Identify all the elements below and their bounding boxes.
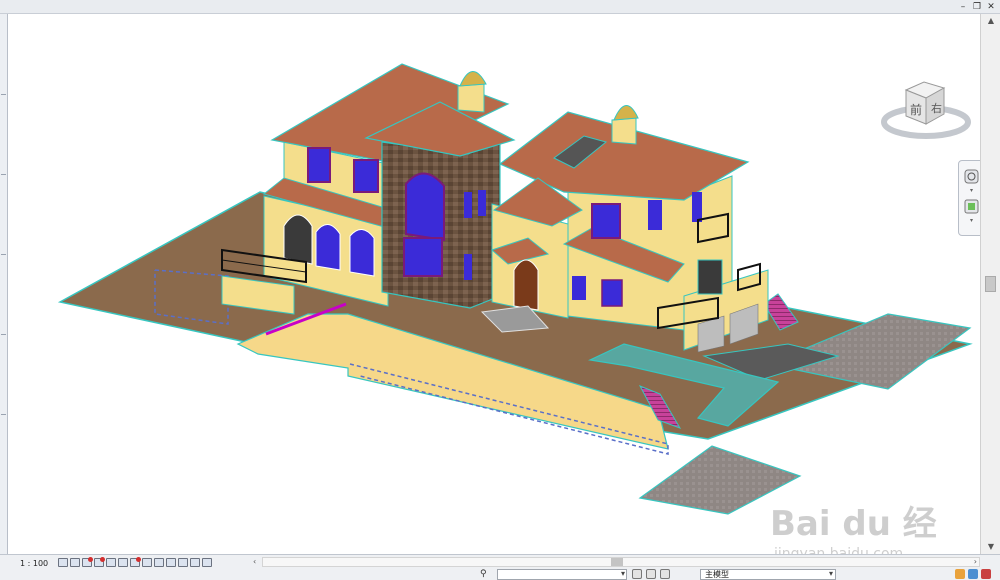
restore-button[interactable]: ❐ [972,2,982,12]
revit-window: – ❐ ✕ 前 右 ▾ ▾ Bai du 经 jingyan.baidu.com… [0,0,1000,580]
model-name: 主模型 [705,570,729,579]
scroll-left-icon[interactable]: ‹ [253,557,256,566]
chevron-down-icon[interactable]: ▾ [964,187,979,194]
viewcube-icon[interactable]: 前 右 [878,70,974,150]
chevron-down-icon[interactable]: ▾ [964,217,979,224]
paved-path-bottom [638,445,802,515]
horizontal-scrollbar[interactable]: ‹ › [253,557,980,567]
close-button[interactable]: ✕ [986,2,996,12]
status-tool-icons [632,569,670,579]
h-scroll-thumb[interactable] [611,558,623,566]
minimize-button[interactable]: – [958,2,968,12]
shadows-icon[interactable] [94,557,105,567]
left-panel-edge [0,14,8,554]
window-controls: – ❐ ✕ [958,2,996,12]
detail-level-icon[interactable] [58,558,68,567]
model-selector[interactable]: 主模型 ▾ [700,569,836,580]
design-option-icon[interactable] [660,569,670,579]
viewcube-right-label: 右 [931,101,942,115]
scroll-thumb[interactable] [985,276,996,292]
crop-region-icon[interactable] [106,558,116,567]
scroll-down-icon[interactable]: ▼ [985,542,997,552]
select-pinned-icon[interactable] [981,569,991,579]
design-options-icon[interactable] [190,558,200,567]
status-tools-row: ⚲ ▾ 主模型 ▾ [0,569,1000,580]
highlight-displacement-icon[interactable] [178,558,188,567]
scroll-right-icon[interactable]: › [974,557,977,566]
editable-only-icon[interactable] [632,569,642,579]
scroll-up-icon[interactable]: ▲ [985,16,997,26]
workset-selector[interactable]: ▾ [497,569,627,580]
chevron-down-icon: ▾ [620,569,625,578]
view-control-bar: 1 : 100 ‹ › ⚲ ▾ 主模型 ▾ [0,554,1000,580]
chimney-left [457,83,485,113]
show-crop-icon[interactable] [118,558,128,567]
reveal-hidden-icon[interactable] [142,558,152,567]
lock-3d-icon[interactable] [154,558,164,567]
3d-view-canvas[interactable]: 前 右 ▾ ▾ Bai du 经验 jingyan.baidu.com [8,14,980,554]
view-scale[interactable]: 1 : 100 [20,559,48,568]
steering-wheel-icon[interactable] [964,169,979,184]
zoom-icon[interactable] [964,199,979,214]
selection-filter-icons [955,569,991,579]
chimney-right [611,117,637,145]
view-title-bar: – ❐ ✕ [0,0,1000,14]
select-links-icon[interactable] [646,569,656,579]
vertical-scrollbar[interactable]: ▲ ▼ [980,14,1000,554]
chevron-down-icon: ▾ [828,569,833,578]
constraints-icon[interactable] [202,558,212,567]
house-model[interactable] [8,14,980,554]
sun-path-icon[interactable] [82,557,93,567]
viewcube-front-label: 前 [910,102,922,117]
chimney-cap-right [613,105,639,121]
select-links-toggle-icon[interactable] [955,569,965,579]
view-control-icons [58,557,212,567]
navigation-bar: ▾ ▾ [958,160,980,236]
visual-style-icon[interactable] [70,558,80,567]
temporary-hide-icon[interactable] [130,557,141,567]
select-underlay-icon[interactable] [968,569,978,579]
chimney-cap-left [459,71,487,87]
filter-icon[interactable]: ⚲ [480,569,487,579]
analytical-model-icon[interactable] [166,558,176,567]
